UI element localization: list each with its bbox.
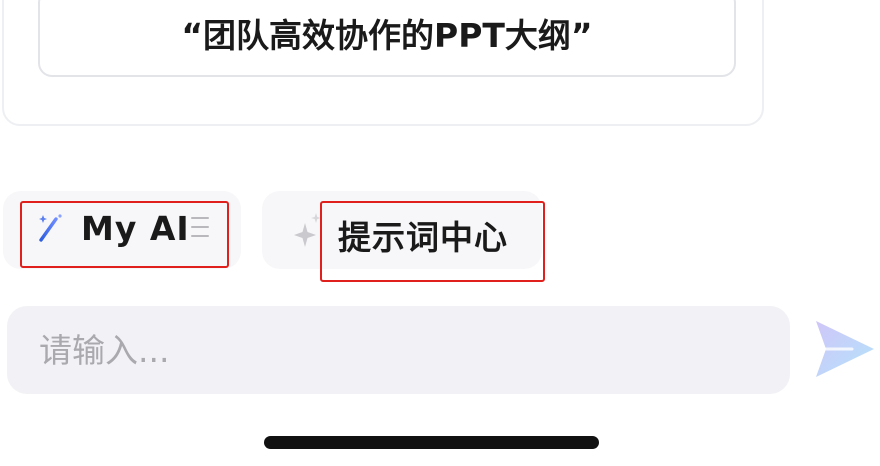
prompt-center-label: 提示词中心 [338, 218, 508, 257]
home-indicator [264, 436, 599, 449]
suggested-prompt-text: “团队高效协作的PPT大纲” [181, 16, 593, 55]
sparkle-icon [294, 213, 321, 247]
prompt-center-button[interactable]: 提示词中心 [262, 191, 542, 269]
my-ai-button[interactable]: My AI [3, 191, 241, 269]
suggested-prompt-chip[interactable]: “团队高效协作的PPT大纲” [38, 0, 736, 77]
chat-screen: “团队高效协作的PPT大纲” My AI 提示词中心 [0, 0, 880, 466]
menu-lines-icon[interactable] [191, 217, 211, 241]
message-input-container [7, 306, 790, 394]
paper-plane-send-icon[interactable] [812, 318, 876, 380]
message-input[interactable] [7, 306, 779, 394]
suggestion-card: “团队高效协作的PPT大纲” [2, 0, 764, 126]
magic-wand-icon [39, 214, 62, 242]
my-ai-label: My AI [81, 209, 190, 248]
